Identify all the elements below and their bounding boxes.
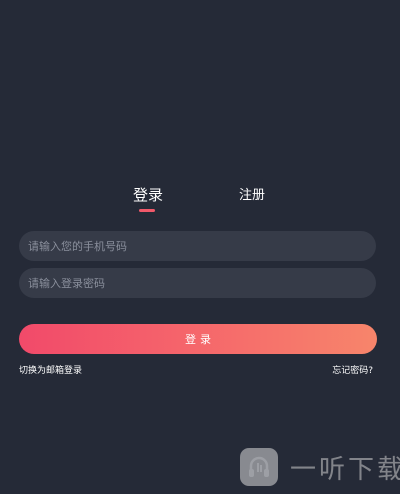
tab-login[interactable]: 登录 <box>133 185 163 205</box>
watermark-text: 一听下载 <box>290 454 400 485</box>
forgot-password-link[interactable]: 忘记密码? <box>332 365 373 377</box>
phone-input[interactable] <box>19 231 376 261</box>
active-tab-indicator <box>139 209 155 212</box>
password-input[interactable] <box>19 268 376 298</box>
headphone-logo-icon <box>240 448 278 486</box>
auth-tabs: 登录 注册 <box>0 185 400 215</box>
switch-email-login-link[interactable]: 切换为邮箱登录 <box>19 365 82 377</box>
login-button-label: 登录 <box>185 333 215 346</box>
login-button[interactable]: 登录 <box>19 324 377 354</box>
phone-field <box>19 231 376 261</box>
tab-register[interactable]: 注册 <box>239 186 265 206</box>
password-field <box>19 268 376 298</box>
watermark: 一听下载 <box>240 447 400 487</box>
